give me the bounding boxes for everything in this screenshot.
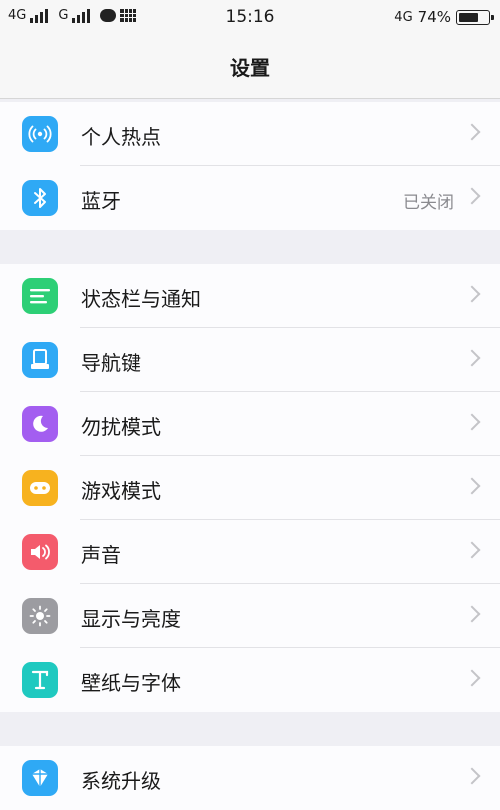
settings-group-display: 状态栏与通知 导航键 勿扰模式 游戏模式 声音 显示与亮度 壁纸与字体 xyxy=(0,264,500,712)
chevron-right-icon xyxy=(463,477,481,495)
settings-group-system: 系统升级 xyxy=(0,746,500,810)
chevron-right-icon xyxy=(463,605,481,623)
item-label: 个人热点 xyxy=(81,125,161,149)
chevron-right-icon xyxy=(463,541,481,559)
item-label: 状态栏与通知 xyxy=(81,287,201,311)
status-bar-icon xyxy=(22,278,58,314)
item-label: 系统升级 xyxy=(81,769,161,793)
sun-icon xyxy=(22,598,58,634)
settings-item-sound[interactable]: 声音 xyxy=(0,520,500,584)
item-label: 导航键 xyxy=(81,351,141,375)
chevron-right-icon xyxy=(463,767,481,785)
settings-item-bluetooth[interactable]: 蓝牙 已关闭 xyxy=(0,166,500,230)
item-label: 壁纸与字体 xyxy=(81,671,181,695)
status-bar: 4G G 15:16 4G 74% xyxy=(0,0,500,34)
hotspot-icon xyxy=(22,116,58,152)
settings-item-do-not-disturb[interactable]: 勿扰模式 xyxy=(0,392,500,456)
settings-item-status-bar[interactable]: 状态栏与通知 xyxy=(0,264,500,328)
nav-keys-icon xyxy=(22,342,58,378)
chevron-right-icon xyxy=(463,669,481,687)
item-label: 蓝牙 xyxy=(81,189,121,213)
nav-bar: 设置 xyxy=(0,34,500,99)
item-label: 勿扰模式 xyxy=(81,415,161,439)
item-label: 游戏模式 xyxy=(81,479,161,503)
chevron-right-icon xyxy=(463,123,481,141)
settings-item-wallpaper-font[interactable]: 壁纸与字体 xyxy=(0,648,500,712)
font-icon xyxy=(22,662,58,698)
item-label: 显示与亮度 xyxy=(81,607,181,631)
settings-group-connectivity: 个人热点 蓝牙 已关闭 xyxy=(0,102,500,230)
update-icon xyxy=(22,760,58,796)
chevron-right-icon xyxy=(463,187,481,205)
settings-item-hotspot[interactable]: 个人热点 xyxy=(0,102,500,166)
gamepad-icon xyxy=(22,470,58,506)
bluetooth-icon xyxy=(22,180,58,216)
settings-item-game-mode[interactable]: 游戏模式 xyxy=(0,456,500,520)
settings-item-system-update[interactable]: 系统升级 xyxy=(0,746,500,810)
battery-icon xyxy=(456,9,494,25)
settings-item-display-brightness[interactable]: 显示与亮度 xyxy=(0,584,500,648)
chevron-right-icon xyxy=(463,413,481,431)
chevron-right-icon xyxy=(463,349,481,367)
speaker-icon xyxy=(22,534,58,570)
status-right: 4G 74% xyxy=(394,8,494,26)
chevron-right-icon xyxy=(463,285,481,303)
battery-percent: 74% xyxy=(417,8,451,26)
network-type-3: 4G xyxy=(394,9,413,25)
page-title: 设置 xyxy=(230,55,270,80)
battery-fill xyxy=(459,12,479,22)
item-label: 声音 xyxy=(81,543,121,567)
moon-icon xyxy=(22,406,58,442)
item-value: 已关闭 xyxy=(403,193,454,213)
settings-item-nav-keys[interactable]: 导航键 xyxy=(0,328,500,392)
